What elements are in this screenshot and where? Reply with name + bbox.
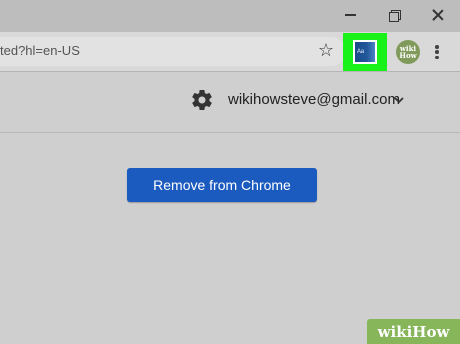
profile-avatar[interactable]: wiki How xyxy=(396,40,420,64)
chevron-down-icon[interactable] xyxy=(393,94,405,106)
extension-detail-content xyxy=(0,134,460,344)
restore-button[interactable] xyxy=(381,4,407,26)
minimize-button[interactable] xyxy=(337,4,363,26)
wikihow-watermark: wikiHow xyxy=(367,319,460,344)
close-icon xyxy=(432,9,444,21)
extension-icon-text: Aa xyxy=(357,49,364,55)
account-email[interactable]: wikihowsteve@gmail.com xyxy=(228,91,400,109)
avatar-text: wiki How xyxy=(399,44,417,60)
watermark-text: wikiHow xyxy=(377,322,450,341)
chrome-menu-icon[interactable] xyxy=(432,42,442,62)
address-bar-url[interactable]: ted?hl=en-US xyxy=(0,43,80,59)
restore-icon xyxy=(389,10,401,22)
gear-icon[interactable] xyxy=(190,88,214,112)
remove-from-chrome-button[interactable]: Remove from Chrome xyxy=(127,168,317,202)
close-window-button[interactable] xyxy=(425,4,451,26)
bookmark-star-icon[interactable]: ☆ xyxy=(316,38,336,62)
extension-tile: Aa xyxy=(355,42,375,62)
minimize-icon xyxy=(344,14,356,16)
dictionary-extension-icon[interactable]: Aa xyxy=(353,40,377,64)
